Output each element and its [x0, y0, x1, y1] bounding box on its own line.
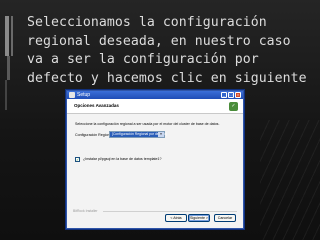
- slide-background: Seleccionamos la configuración regional …: [0, 0, 320, 240]
- chevron-down-icon[interactable]: ▾: [158, 132, 164, 137]
- installer-brand: BitRock Installer: [73, 209, 98, 213]
- next-button[interactable]: Siguiente >: [188, 214, 210, 222]
- region-label: Configuración Regional: [75, 133, 113, 137]
- plpgsql-checkbox[interactable]: ✓: [75, 157, 80, 162]
- maximize-button[interactable]: □: [228, 92, 234, 98]
- footer-divider: [103, 211, 237, 212]
- wizard-header: Opciones Avanzadas ✓: [67, 99, 243, 114]
- back-button[interactable]: < Atrás: [165, 214, 187, 222]
- decorative-bar: [5, 16, 17, 166]
- cancel-button[interactable]: Cancelar: [214, 214, 236, 222]
- caption-line: defecto y hacemos clic en siguiente: [27, 70, 307, 86]
- caption-line: Seleccionamos la configuración: [27, 15, 267, 30]
- caption-line: regional deseada, en nuestro caso: [27, 33, 291, 49]
- page-title: Opciones Avanzadas: [74, 103, 119, 108]
- caption-line: va a ser la configuración por: [27, 52, 259, 67]
- minimize-button[interactable]: _: [221, 92, 227, 98]
- plpgsql-checkbox-label[interactable]: ¿Instalar pl/pgsql en la base de datos t…: [83, 157, 162, 162]
- slide-caption: Seleccionamos la configuración regional …: [27, 14, 318, 88]
- installer-logo-icon: ✓: [229, 102, 238, 111]
- close-button[interactable]: ×: [235, 92, 241, 98]
- window-title: Setup: [77, 92, 91, 98]
- setup-window: Setup _ □ × Opciones Avanzadas ✓ Selecci…: [66, 90, 244, 229]
- wizard-description: Seleccione la configuración regional a s…: [75, 122, 220, 126]
- window-titlebar[interactable]: Setup _ □ ×: [67, 91, 243, 99]
- setup-app-icon: [69, 92, 75, 98]
- region-select[interactable]: [Configuración Regional por defecto] ▾: [109, 131, 167, 138]
- decorative-lines: [260, 120, 320, 240]
